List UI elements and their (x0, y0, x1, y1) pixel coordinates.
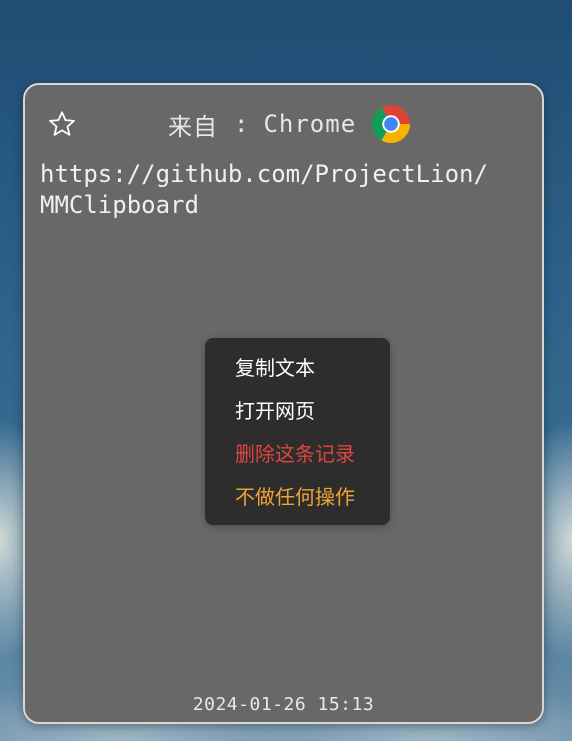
source-line: 来自: Chrome (168, 103, 411, 145)
menu-item-open-webpage[interactable]: 打开网页 (235, 397, 315, 425)
source-app-name: Chrome (263, 110, 357, 138)
source-label: 来自 (168, 112, 218, 141)
context-menu: 复制文本 打开网页 删除这条记录 不做任何操作 (205, 338, 390, 525)
menu-item-copy-text[interactable]: 复制文本 (235, 354, 315, 382)
menu-item-delete-record[interactable]: 删除这条记录 (235, 440, 355, 468)
menu-item-do-nothing[interactable]: 不做任何操作 (235, 483, 355, 511)
source-separator: : (234, 110, 250, 138)
clipboard-content: https://github.com/ProjectLion/MMClipboa… (40, 160, 488, 219)
timestamp: 2024-01-26 15:13 (192, 694, 375, 715)
clipboard-card[interactable]: 来自: Chrome https://github.com/ProjectLion… (23, 83, 544, 724)
chrome-icon (372, 105, 411, 143)
star-icon[interactable] (47, 109, 77, 139)
